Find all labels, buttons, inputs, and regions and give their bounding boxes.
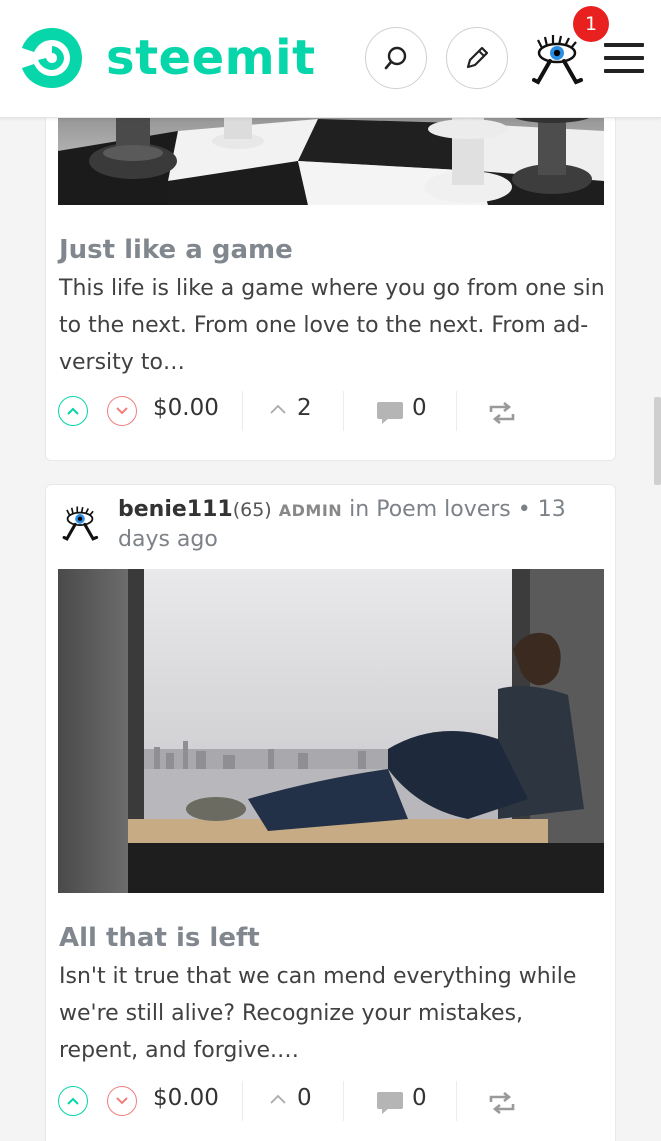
divider xyxy=(343,1081,344,1121)
divider xyxy=(456,1081,457,1121)
chevron-down-icon xyxy=(116,1097,128,1105)
author-avatar[interactable] xyxy=(60,503,100,543)
eye-avatar-icon xyxy=(532,35,583,85)
reblog-icon[interactable] xyxy=(488,1092,516,1114)
votes-chevron-icon xyxy=(270,1094,286,1104)
post-footer: $0.00 0 0 xyxy=(58,1081,604,1121)
votes-chevron-icon xyxy=(270,404,286,414)
chevron-down-icon xyxy=(116,407,128,415)
comment-count[interactable]: 0 xyxy=(412,395,427,421)
author-role: ADMIN xyxy=(278,501,343,520)
post-title[interactable]: All that is left xyxy=(59,923,260,953)
pencil-icon xyxy=(466,46,489,69)
post-meta: benie111(65) ADMIN in Poem lovers • 13 d… xyxy=(118,495,608,554)
author-reputation: (65) xyxy=(232,499,272,521)
divider xyxy=(343,391,344,431)
search-icon xyxy=(384,46,407,70)
reblog-icon[interactable] xyxy=(488,402,516,424)
post-excerpt[interactable]: Isn't it true that we can mend everythin… xyxy=(59,958,609,1069)
menu-bar xyxy=(604,69,644,73)
new-post-button[interactable] xyxy=(446,27,508,89)
comment-icon[interactable] xyxy=(376,400,404,426)
community-link[interactable]: in Poem lovers xyxy=(349,497,511,522)
scrollbar[interactable] xyxy=(654,397,661,485)
search-button[interactable] xyxy=(365,27,427,89)
post-card: benie111(65) ADMIN in Poem lovers • 13 d… xyxy=(45,484,616,1141)
downvote-button[interactable] xyxy=(107,396,137,426)
menu-bar xyxy=(604,43,644,47)
post-title[interactable]: Just like a game xyxy=(59,235,293,265)
top-header: steemit 1 xyxy=(0,0,661,118)
comment-count[interactable]: 0 xyxy=(412,1085,427,1111)
comment-icon[interactable] xyxy=(376,1090,404,1116)
divider xyxy=(242,1081,243,1121)
author-name[interactable]: benie111 xyxy=(118,497,233,522)
eye-avatar-icon xyxy=(62,506,99,541)
menu-bar xyxy=(604,56,644,60)
notification-badge[interactable]: 1 xyxy=(573,6,609,42)
brand-name: steemit xyxy=(106,30,316,86)
chevron-up-icon xyxy=(67,1097,79,1105)
vote-count[interactable]: 0 xyxy=(297,1085,312,1111)
chevron-up-icon xyxy=(67,407,79,415)
menu-button[interactable] xyxy=(604,43,644,75)
upvote-button[interactable] xyxy=(58,1086,88,1116)
divider xyxy=(456,391,457,431)
steemit-logo-icon xyxy=(22,28,82,88)
steemit-logo[interactable]: steemit xyxy=(16,22,316,94)
payout-value[interactable]: $0.00 xyxy=(153,1085,219,1111)
post-card: Just like a game This life is like a gam… xyxy=(45,100,616,461)
meta-bullet: • xyxy=(517,497,531,522)
payout-value[interactable]: $0.00 xyxy=(153,395,219,421)
divider xyxy=(242,391,243,431)
upvote-button[interactable] xyxy=(58,396,88,426)
downvote-button[interactable] xyxy=(107,1086,137,1116)
vote-count[interactable]: 2 xyxy=(297,395,312,421)
post-excerpt[interactable]: This life is like a game where you go fr… xyxy=(59,270,609,381)
user-avatar[interactable] xyxy=(528,30,586,88)
post-image-window[interactable] xyxy=(58,569,604,893)
post-footer: $0.00 2 0 xyxy=(58,391,604,431)
window-photo xyxy=(58,569,604,893)
